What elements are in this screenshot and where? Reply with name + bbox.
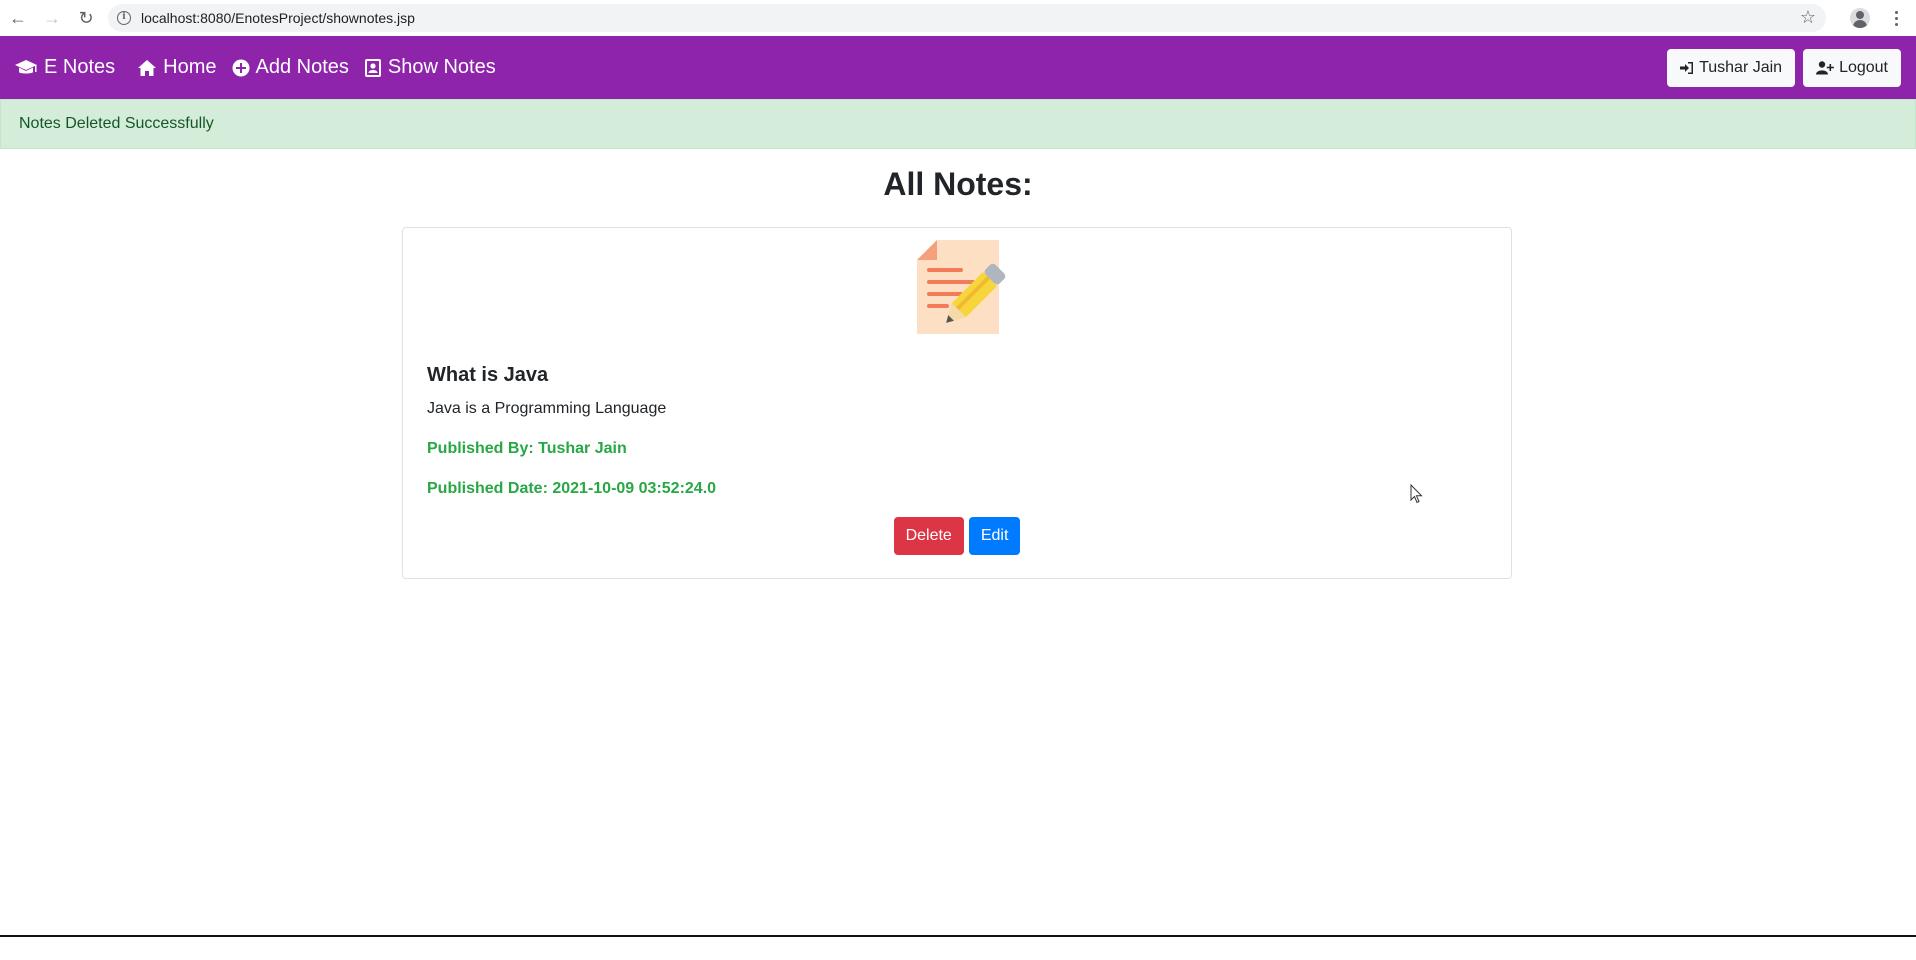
published-by: Published By: Tushar Jain (427, 440, 627, 457)
address-book-icon (364, 58, 381, 77)
delete-button[interactable]: Delete (893, 517, 964, 555)
reload-icon[interactable]: ↻ (70, 2, 102, 34)
alert-message: Notes Deleted Successfully (19, 115, 214, 132)
note-pencil-icon (917, 240, 1006, 334)
nav-home[interactable]: Home (137, 56, 217, 79)
home-icon (138, 59, 157, 76)
mouse-cursor-icon (1410, 484, 1423, 504)
browser-toolbar: ← → ↻ i localhost:8080/EnotesProject/sho… (0, 0, 1916, 36)
bookmark-star-icon[interactable]: ☆ (1800, 7, 1816, 28)
note-card: What is Java Java is a Programming Langu… (402, 227, 1512, 579)
browser-menu-icon[interactable] (1886, 8, 1906, 28)
logout-button-label: Logout (1839, 59, 1888, 76)
plus-circle-icon (232, 59, 250, 76)
nav-show-notes[interactable]: Show Notes (364, 56, 496, 79)
profile-icon[interactable] (1850, 8, 1870, 28)
back-icon[interactable]: ← (2, 2, 34, 34)
navbar: E Notes Home Add Notes Show Notes Tushar… (0, 36, 1916, 99)
nav-home-label: Home (163, 56, 217, 78)
nav-show-notes-label: Show Notes (387, 56, 496, 78)
info-icon[interactable]: i (117, 11, 131, 25)
note-content: Java is a Programming Language (427, 400, 667, 417)
success-alert: Notes Deleted Successfully (0, 99, 1916, 149)
nav-right-group: Tushar Jain Logout (1667, 49, 1901, 87)
forward-icon[interactable]: → (36, 2, 68, 34)
graduation-cap-icon (15, 59, 37, 73)
user-button[interactable]: Tushar Jain (1667, 49, 1796, 87)
note-title: What is Java (427, 364, 549, 386)
nav-add-notes-label: Add Notes (255, 56, 349, 78)
edit-button[interactable]: Edit (968, 517, 1021, 555)
url-text[interactable]: localhost:8080/EnotesProject/shownotes.j… (141, 10, 415, 26)
brand-label: E Notes (44, 56, 116, 78)
brand-link[interactable]: E Notes (14, 56, 115, 79)
published-date: Published Date: 2021-10-09 03:52:24.0 (427, 480, 717, 497)
footer-divider (0, 935, 1916, 937)
sign-in-icon (1680, 62, 1694, 74)
user-plus-icon (1816, 61, 1834, 75)
nav-add-notes[interactable]: Add Notes (232, 56, 349, 79)
logout-button[interactable]: Logout (1803, 49, 1901, 87)
address-bar[interactable]: i localhost:8080/EnotesProject/shownotes… (108, 4, 1826, 32)
page-title: All Notes: (883, 166, 1033, 202)
user-button-label: Tushar Jain (1699, 59, 1783, 76)
note-actions: Delete Edit (403, 517, 1511, 555)
